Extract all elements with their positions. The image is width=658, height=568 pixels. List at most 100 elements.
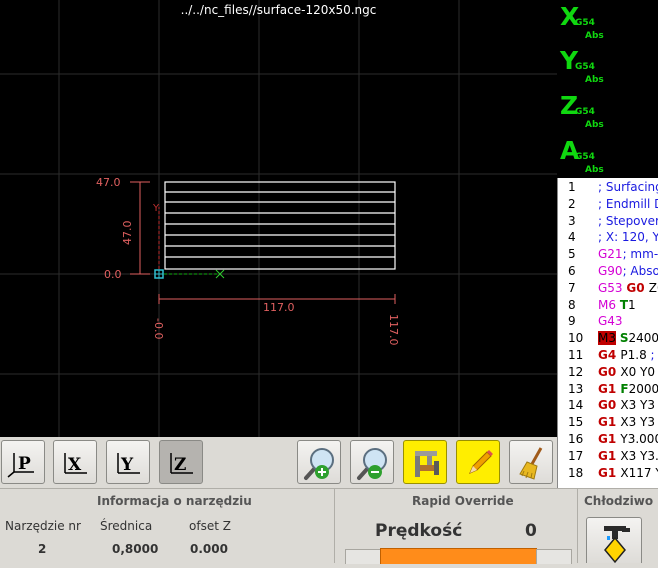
gcode-line-number: 18 [568,465,584,480]
gcode-token: 24000 [628,331,658,346]
gcode-token: Z0 [648,280,658,295]
gcode-line[interactable]: 5 G21; mm-r [558,246,658,263]
gcode-token: G4 [598,348,621,362]
gcode-token: G90 [598,264,623,278]
gcode-line[interactable]: 2 ; Endmill D [558,196,658,213]
coolant-icon [604,526,630,564]
dro-mode: Abs [585,31,604,41]
gcode-token: X3 Y3.0 [620,448,658,463]
gcode-line-number: 10 [568,331,584,346]
dim-x-left-label: -0.0 [152,318,165,339]
view-z-button[interactable]: Z [159,440,203,484]
gcode-token: G21 [598,247,623,262]
dro-mode: Abs [585,75,604,85]
toolpath-preview[interactable]: 47.0 0.0 47.0 117.0 -0.0 117.0 Y ../../n… [0,0,557,437]
tool-info-title: Informacja o narzędziu [97,494,252,508]
gcode-listing[interactable]: 1 ; Surfacing 2 ; Endmill D 3 ; Stepover: 4 ; X… [557,178,658,488]
gcode-token: 1 [628,297,636,312]
view-y-button[interactable]: Y [106,440,150,484]
gcode-line-text: ; Endmill D [598,197,658,211]
gcode-token: Y3.0000 [620,432,658,446]
gcode-line-number: 8 [568,297,576,312]
gcode-line-number: 2 [568,196,576,211]
gcode-line[interactable]: 18 G1 X117 Y [558,465,658,482]
gcode-token: ; Surfacing [598,180,658,194]
gcode-line-text: M3 S24000 [598,331,658,346]
gcode-line[interactable]: 13 G1 F2000 [558,381,658,398]
gcode-line[interactable]: 17 G1 X3 Y3.0 [558,448,658,465]
gcode-line[interactable]: 4 ; X: 120, Y: [558,229,658,246]
toolpath-canvas[interactable]: 47.0 0.0 47.0 117.0 -0.0 117.0 Y [0,0,557,437]
dim-y-top-label: 47.0 [96,176,121,189]
gcode-token: G1 [598,415,621,430]
gcode-token: X0 Y0 [620,364,656,379]
rapid-speed-label: Prędkość [375,521,463,541]
view-x-button[interactable]: X [53,440,97,484]
gcode-line-number: 7 [568,280,576,295]
coolant-button[interactable] [586,517,642,564]
axis-y-label: Y [152,203,160,214]
gcode-token: G0 [598,398,621,413]
gcode-token: G1 [598,381,621,396]
view-z-label: Z [174,455,186,475]
gcode-token: ; mm-r [622,247,658,262]
view-p-label: P [18,454,31,474]
gcode-line[interactable]: 9 G43 [558,313,658,330]
calipers-icon [415,451,439,477]
gcode-line-text: G43 [598,314,623,328]
rapid-speed-value: 0 [525,521,537,541]
gcode-line[interactable]: 16 G1 Y3.0000 [558,431,658,448]
dro-wcs: G54 [575,152,595,162]
dim-y-length-label: 47.0 [121,221,134,246]
gcode-line-text: G1 F2000 [598,382,658,396]
gcode-line-number: 6 [568,264,576,278]
gcode-line-text: ; Stepover: [598,214,658,228]
gcode-token: X117 Y [620,465,658,480]
gcode-token: ; Absol [622,264,658,278]
gcode-token: G1 [598,465,621,480]
gcode-line[interactable]: 12 G0 X0 Y0 [558,364,658,381]
gcode-line[interactable]: 14 G0 X3 Y3 Z [558,397,658,414]
gcode-line[interactable]: 3 ; Stepover: [558,213,658,230]
dro-mode: Abs [585,165,604,175]
gcode-line-number: 14 [568,398,584,413]
gcode-line[interactable]: 6 G90; Absol [558,263,658,280]
status-panels: Informacja o narzędziu Narzędzie nr Śred… [0,488,658,564]
gcode-line-text: ; X: 120, Y: [598,230,658,244]
view-x-label: X [68,455,82,475]
gcode-line-text: G90; Absol [598,264,658,278]
gcode-token: G53 [598,280,627,295]
view-x-icon: X [64,453,87,475]
gcode-line-number: 16 [568,432,584,446]
gcode-line[interactable]: 10 M3 S24000 [558,330,658,347]
tool-offset-label: ofset Z [189,519,231,533]
gcode-token: 2000 [628,381,658,396]
view-p-button[interactable]: P [1,440,45,484]
broom-icon [519,447,543,480]
clear-plot-button[interactable] [509,440,553,484]
gcode-line[interactable]: 7 G53 G0 Z0 [558,280,658,297]
gcode-line[interactable]: 15 G1 X3 Y3 Z [558,414,658,431]
gcode-token: T [619,297,628,312]
rapid-override-panel: Rapid Override Prędkość 0 [335,489,576,564]
gcode-token: G1 [598,432,621,446]
view-y-label: Y [120,455,134,475]
dro-wcs: G54 [575,18,595,28]
gcode-line-number: 15 [568,415,584,430]
gcode-line-number: 13 [568,381,584,396]
gcode-line[interactable]: 11 G4 P1.8 ; W [558,347,658,364]
edit-button[interactable] [456,440,500,484]
tool-number-value: 2 [38,542,47,556]
gcode-line-text: ; Surfacing [598,180,658,194]
preview-toolbar: P X Y Z [0,437,557,488]
dimensions-button[interactable] [403,440,447,484]
dro-mode: Abs [585,120,604,130]
gcode-line-number: 12 [568,364,584,379]
zoom-in-button[interactable] [297,440,341,484]
gcode-token: ; Stepover: [598,213,658,228]
tool-number-label: Narzędzie nr [5,519,81,533]
gcode-line[interactable]: 8 M6 T1 [558,297,658,314]
gcode-line[interactable]: 1 ; Surfacing [558,179,658,196]
zoom-out-button[interactable] [350,440,394,484]
gcode-token: M3 [598,331,616,346]
